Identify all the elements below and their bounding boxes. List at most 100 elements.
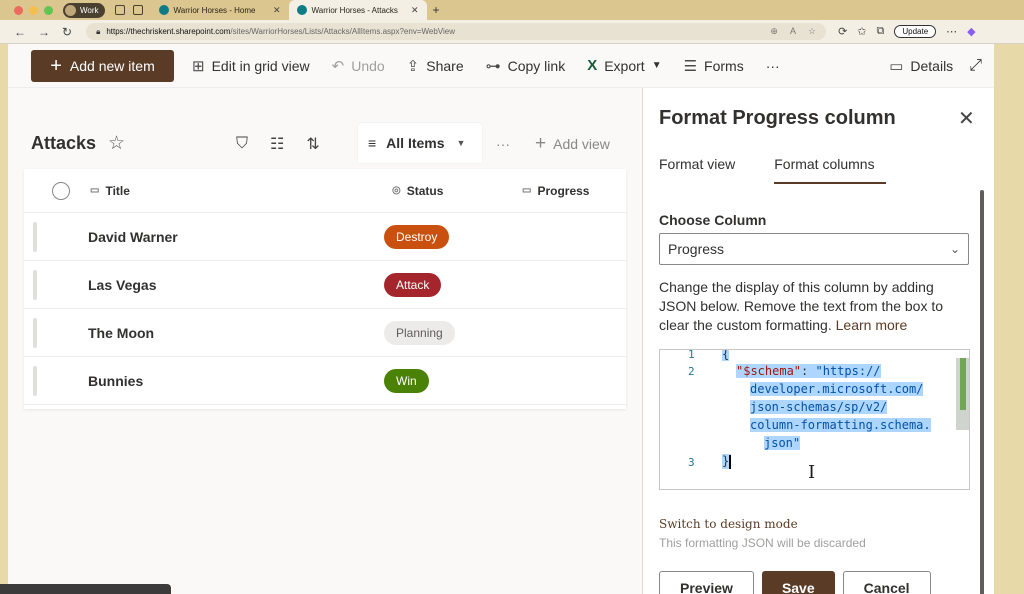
undo-button[interactable]: ↶ Undo xyxy=(332,57,385,75)
favorite-star-icon[interactable]: ☆ xyxy=(108,132,125,155)
edit-grid-button[interactable]: ⊞ Edit in grid view xyxy=(192,57,310,75)
column-header-progress[interactable]: ▭ Progress xyxy=(522,184,589,198)
forms-label: Forms xyxy=(704,57,744,74)
close-tab-icon[interactable]: ✕ xyxy=(273,5,281,16)
extensions-icon[interactable]: ⟳ xyxy=(838,25,847,38)
tab-format-columns[interactable]: Format columns xyxy=(774,156,886,184)
forward-icon[interactable]: → xyxy=(38,25,50,39)
add-new-item-button[interactable]: + Add new item xyxy=(31,49,174,82)
sort-icon[interactable]: ⇅ xyxy=(306,134,319,154)
json-editor[interactable]: 1 2 3 { "$schema": "https:// developer.m… xyxy=(659,349,970,490)
expand-icon[interactable]: ⤢ xyxy=(969,57,982,75)
switch-design-mode-link[interactable]: Switch to design mode xyxy=(659,517,798,531)
copy-link-button[interactable]: ⊶ Copy link xyxy=(486,57,566,75)
close-icon[interactable]: ✕ xyxy=(958,106,975,131)
tab-attacks[interactable]: Warrior Horses - Attacks ✕ xyxy=(288,0,427,20)
undo-icon: ↶ xyxy=(331,57,345,75)
grid-rows: David Warner Destroy Las Vegas Attack The Mo… xyxy=(24,213,626,405)
more-icon[interactable]: ⋯ xyxy=(946,25,957,38)
panel-tabs: Format view Format columns xyxy=(659,156,886,184)
code-line-3: } xyxy=(722,454,732,469)
select-all-checkbox[interactable] xyxy=(52,181,70,200)
filter-icon[interactable]: ⛉ xyxy=(236,135,248,153)
undo-label: Undo xyxy=(351,57,385,74)
scroll-thumb[interactable] xyxy=(960,358,966,410)
cancel-button[interactable]: Cancel xyxy=(842,571,931,594)
code-wrap: developer.microsoft.com/ xyxy=(750,382,924,396)
chevron-down-icon: ▼ xyxy=(456,138,466,148)
details-button[interactable]: ▭ Details xyxy=(889,57,953,75)
read-aloud-icon[interactable]: A xyxy=(790,26,796,37)
learn-more-link[interactable]: Learn more xyxy=(836,317,908,333)
maximize-window-button[interactable] xyxy=(44,5,53,15)
view-tools: ⛉ ☷ ⇅ xyxy=(236,134,320,154)
save-button[interactable]: Save xyxy=(761,571,835,594)
choose-column-dropdown[interactable]: Progress ⌄ xyxy=(659,233,969,265)
row-title[interactable]: The Moon xyxy=(88,325,154,341)
url-bar[interactable]: 🔒︎ https://thechriskent.sharepoint.com/s… xyxy=(86,23,827,40)
share-icon: ⇪ xyxy=(406,57,420,75)
back-icon[interactable]: ← xyxy=(14,25,26,39)
tab-actions-icon[interactable] xyxy=(132,5,143,15)
status-badge: Destroy xyxy=(384,224,450,249)
more-commands-button[interactable]: ··· xyxy=(766,58,780,74)
table-row[interactable]: Bunnies Win xyxy=(24,357,626,405)
chevron-down-icon: ▼ xyxy=(651,60,662,71)
update-button[interactable]: Update xyxy=(894,25,937,38)
excel-icon: X xyxy=(587,57,598,74)
window-controls xyxy=(14,5,53,15)
row-select-handle[interactable] xyxy=(33,317,37,348)
favorite-star-icon[interactable]: ☆ xyxy=(808,26,816,37)
row-select-handle[interactable] xyxy=(33,221,37,252)
copy-link-label: Copy link xyxy=(507,57,566,74)
tab-format-view[interactable]: Format view xyxy=(659,156,746,184)
tab-home[interactable]: Warrior Horses - Home ✕ xyxy=(151,0,289,20)
add-view-button[interactable]: + Add view xyxy=(535,133,610,155)
export-label: Export xyxy=(604,57,645,74)
editor-scrollbar[interactable] xyxy=(956,358,969,430)
favorites-icon[interactable]: ✩ xyxy=(857,25,866,38)
row-select-handle[interactable] xyxy=(33,365,37,396)
table-row[interactable]: Las Vegas Attack xyxy=(24,261,626,309)
export-button[interactable]: X Export ▼ xyxy=(587,57,661,74)
refresh-icon[interactable]: ↻ xyxy=(62,25,72,39)
minimize-window-button[interactable] xyxy=(29,5,38,15)
preview-button[interactable]: Preview xyxy=(659,571,754,594)
code-wrap: column-formatting.schema. xyxy=(750,418,931,432)
table-row[interactable]: David Warner Destroy xyxy=(24,213,626,261)
list-title: Attacks xyxy=(31,133,97,153)
row-title[interactable]: Las Vegas xyxy=(88,277,157,293)
text-cursor xyxy=(729,454,732,469)
close-window-button[interactable] xyxy=(14,5,23,15)
row-title[interactable]: Bunnies xyxy=(88,373,143,389)
table-row[interactable]: The Moon Planning xyxy=(24,309,626,357)
row-select-handle[interactable] xyxy=(33,269,37,300)
group-icon[interactable]: ☷ xyxy=(270,134,284,154)
share-button[interactable]: ⇪ Share xyxy=(407,57,464,75)
view-list-icon: ≡ xyxy=(368,135,377,151)
row-title[interactable]: David Warner xyxy=(88,229,178,245)
more-views-button[interactable]: ··· xyxy=(496,136,510,152)
new-tab-button[interactable]: + xyxy=(433,3,440,17)
panel-scrollbar[interactable] xyxy=(980,190,984,594)
close-tab-icon[interactable]: ✕ xyxy=(411,5,419,16)
collections-icon[interactable]: ⧉ xyxy=(877,25,885,38)
column-title-label: Title xyxy=(105,183,130,198)
column-header-title[interactable]: ▭ Title xyxy=(90,184,130,198)
url-host: https://thechriskent.sharepoint.com xyxy=(106,27,231,36)
text-column-icon: ▭ xyxy=(90,185,100,196)
copilot-icon[interactable]: ◆ xyxy=(967,25,975,38)
line-number: 1 xyxy=(688,349,695,361)
profile-button[interactable]: Work xyxy=(63,2,105,18)
forms-icon: ☰ xyxy=(683,57,698,75)
plus-icon: + xyxy=(535,132,547,154)
forms-button[interactable]: ☰ Forms xyxy=(684,57,744,75)
workspaces-icon[interactable] xyxy=(114,5,125,15)
zoom-icon[interactable]: ⊕ xyxy=(770,26,778,37)
view-selector[interactable]: ≡ All Items ▼ xyxy=(358,123,482,163)
command-bar: + Add new item ⊞ Edit in grid view ↶ Und… xyxy=(8,44,994,88)
column-header-status[interactable]: ◎ Status xyxy=(392,184,443,198)
format-column-panel: Format Progress column ✕ Format view For… xyxy=(642,88,994,594)
code-line-1: { xyxy=(722,349,730,361)
code-wrap: json" xyxy=(764,436,801,450)
